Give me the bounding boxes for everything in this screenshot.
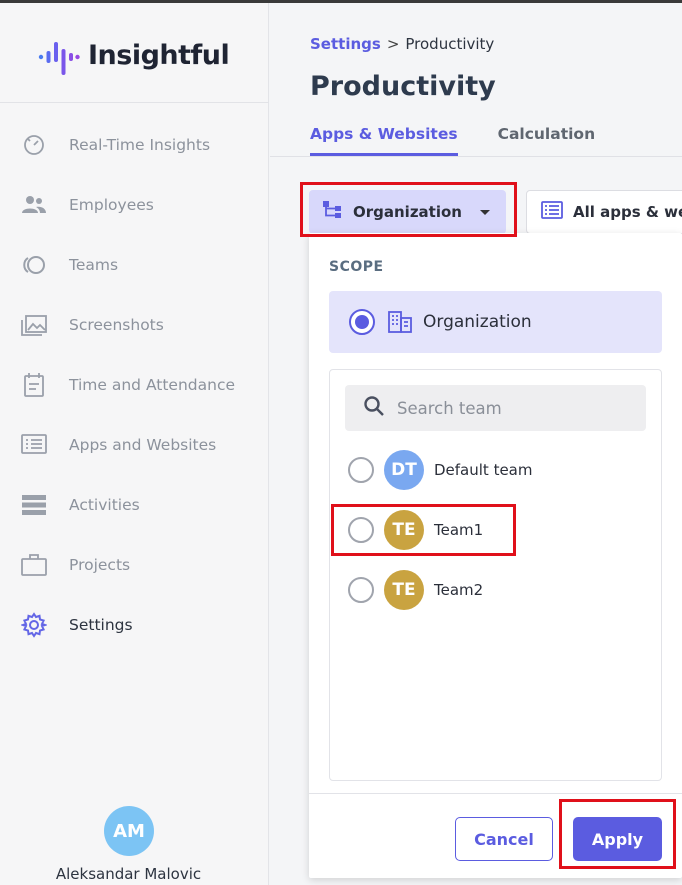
team-option-team2[interactable]: TE Team2 xyxy=(348,568,483,612)
sidebar-item-time-and-attendance[interactable]: Time and Attendance xyxy=(0,355,269,415)
page-title: Productivity xyxy=(310,71,496,102)
speedometer-icon xyxy=(20,131,48,159)
tab-calculation[interactable]: Calculation xyxy=(498,125,596,156)
sidebar-item-teams[interactable]: Teams xyxy=(0,235,269,295)
org-tree-icon xyxy=(323,201,343,223)
sidebar-item-label: Time and Attendance xyxy=(69,376,236,394)
tab-bar: Apps & Websites Calculation xyxy=(310,125,635,156)
team-option-default-team[interactable]: DT Default team xyxy=(348,448,533,492)
sidebar-item-employees[interactable]: Employees xyxy=(0,175,269,235)
stacked-bars-icon xyxy=(20,491,48,519)
radio-selected-icon[interactable] xyxy=(349,309,375,335)
breadcrumb: Settings > Productivity xyxy=(310,35,494,53)
sidebar: Insightful Real-Time Insights Employees … xyxy=(0,3,269,885)
sidebar-item-label: Apps and Websites xyxy=(69,436,217,454)
search-icon xyxy=(363,395,385,421)
main-content: Settings > Productivity Productivity App… xyxy=(270,3,682,885)
team-option-team1[interactable]: TE Team1 xyxy=(348,508,483,552)
organization-filter-label: Organization xyxy=(353,203,462,221)
sidebar-item-label: Teams xyxy=(69,256,119,274)
team-avatar: TE xyxy=(384,510,424,550)
app-logo[interactable]: Insightful xyxy=(38,33,230,77)
brand-name: Insightful xyxy=(88,39,230,71)
tabs-divider xyxy=(270,156,682,157)
sidebar-item-apps-and-websites[interactable]: Apps and Websites xyxy=(0,415,269,475)
list-window-icon xyxy=(541,201,563,223)
people-icon xyxy=(20,191,48,219)
sidebar-item-projects[interactable]: Projects xyxy=(0,535,269,595)
organization-filter-button[interactable]: Organization xyxy=(309,190,506,234)
team-avatar: DT xyxy=(384,450,424,490)
team-name: Team1 xyxy=(434,521,484,539)
sidebar-item-activities[interactable]: Activities xyxy=(0,475,269,535)
sidebar-item-label: Activities xyxy=(69,496,140,514)
sidebar-item-screenshots[interactable]: Screenshots xyxy=(0,295,269,355)
briefcase-icon xyxy=(20,551,48,579)
dropdown-footer: Cancel Apply xyxy=(309,793,682,878)
apps-filter-button[interactable]: All apps & web xyxy=(526,190,682,234)
apply-button[interactable]: Apply xyxy=(573,817,662,861)
scope-label: SCOPE xyxy=(329,259,384,275)
user-name: Aleksandar Malovic xyxy=(55,865,202,883)
radio-unselected-icon[interactable] xyxy=(348,457,374,483)
breadcrumb-current: Productivity xyxy=(405,35,495,53)
cancel-button[interactable]: Cancel xyxy=(455,817,553,861)
radio-unselected-icon[interactable] xyxy=(348,577,374,603)
apps-filter-label: All apps & web xyxy=(573,203,682,221)
gear-icon xyxy=(20,611,48,639)
user-avatar[interactable]: AM xyxy=(104,806,154,856)
sidebar-item-label: Settings xyxy=(69,616,133,634)
sidebar-item-label: Real-Time Insights xyxy=(69,136,211,154)
images-icon xyxy=(20,311,48,339)
team-list-box: DT Default team TE Team1 TE Team2 xyxy=(329,369,662,781)
breadcrumb-link-settings[interactable]: Settings xyxy=(310,35,381,53)
scope-dropdown-panel: SCOPE Organization DT Default team xyxy=(309,233,682,878)
list-window-icon xyxy=(20,431,48,459)
teams-icon xyxy=(20,251,48,279)
sidebar-item-label: Projects xyxy=(69,556,131,574)
team-search xyxy=(345,385,646,431)
tab-apps-websites[interactable]: Apps & Websites xyxy=(310,125,458,156)
caret-down-icon xyxy=(480,210,490,215)
search-team-input[interactable] xyxy=(397,398,627,418)
team-avatar: TE xyxy=(384,570,424,610)
sidebar-item-label: Employees xyxy=(69,196,154,214)
calendar-icon xyxy=(20,371,48,399)
sidebar-nav: Real-Time Insights Employees Teams Scree… xyxy=(0,115,269,655)
sidebar-item-label: Screenshots xyxy=(69,316,164,334)
breadcrumb-separator: > xyxy=(386,35,400,53)
team-name: Team2 xyxy=(434,581,484,599)
radio-unselected-icon[interactable] xyxy=(348,517,374,543)
sidebar-item-settings[interactable]: Settings xyxy=(0,595,269,655)
scope-option-label: Organization xyxy=(423,312,532,332)
sidebar-item-real-time-insights[interactable]: Real-Time Insights xyxy=(0,115,269,175)
insightful-logo-icon xyxy=(38,35,80,75)
scope-option-organization[interactable]: Organization xyxy=(329,291,662,353)
building-icon xyxy=(387,310,413,334)
team-name: Default team xyxy=(434,461,533,479)
sidebar-divider xyxy=(0,102,269,103)
